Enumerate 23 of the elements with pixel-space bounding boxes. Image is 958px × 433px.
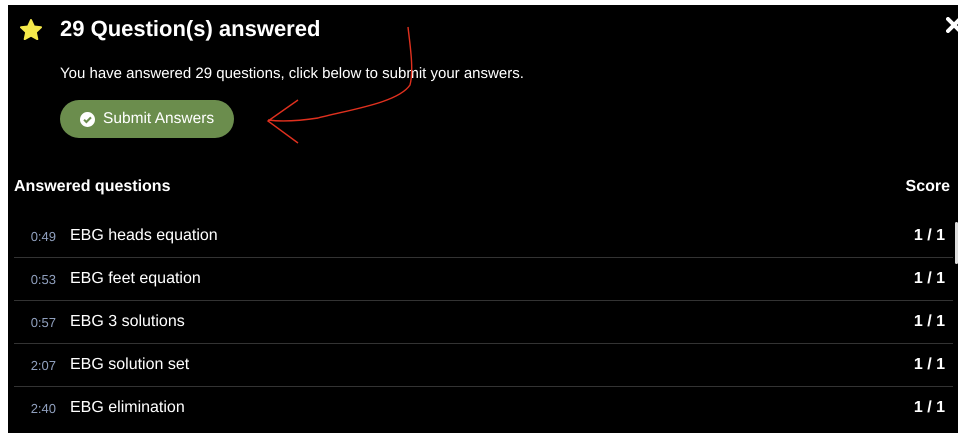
close-icon[interactable] [946, 17, 958, 33]
question-score: 1 / 1 [914, 356, 945, 374]
question-score: 1 / 1 [914, 313, 945, 331]
star-icon [20, 18, 42, 40]
question-name[interactable]: EBG solution set [70, 356, 914, 374]
submit-answers-button[interactable]: Submit Answers [60, 100, 234, 138]
scrollbar-thumb[interactable] [955, 222, 958, 264]
question-name[interactable]: EBG feet equation [70, 270, 914, 288]
question-name[interactable]: EBG heads equation [70, 227, 914, 245]
score-heading: Score [906, 178, 950, 196]
question-name[interactable]: EBG elimination [70, 399, 914, 417]
time-spent: 0:49 [30, 228, 56, 244]
question-name[interactable]: EBG 3 solutions [70, 313, 914, 331]
question-score: 1 / 1 [914, 227, 945, 245]
question-score: 1 / 1 [914, 399, 945, 417]
section-heading: Answered questions [14, 178, 170, 196]
time-spent: 0:53 [30, 272, 56, 286]
time-spent: 2:40 [30, 400, 56, 416]
dialog-title: 29 Question(s) answered [60, 16, 320, 42]
question-score: 1 / 1 [914, 270, 945, 288]
time-spent: 0:57 [30, 314, 56, 330]
time-spent: 2:07 [30, 358, 56, 372]
check-circle-icon [80, 112, 95, 126]
